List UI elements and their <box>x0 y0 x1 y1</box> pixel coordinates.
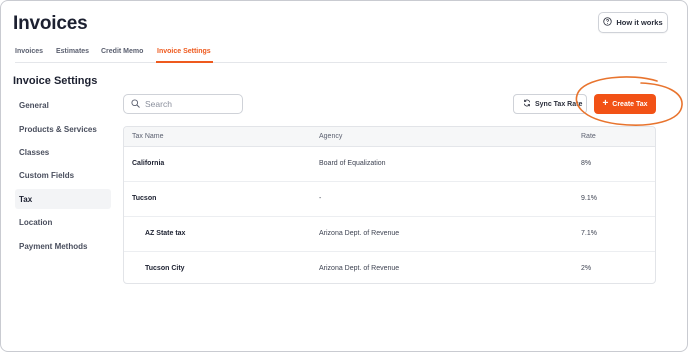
table-header: Tax Name Agency Rate <box>124 127 655 147</box>
agency-cell: - <box>319 195 322 202</box>
search-icon <box>131 95 140 113</box>
agency-cell: Arizona Dept. of Revenue <box>319 265 400 272</box>
sync-icon <box>523 99 531 109</box>
column-header-rate[interactable]: Rate <box>581 133 596 140</box>
active-tab-indicator <box>156 61 213 63</box>
sidebar-item-general[interactable]: General <box>15 95 111 115</box>
sidebar-item-location[interactable]: Location <box>15 212 111 232</box>
question-circle-icon <box>603 17 613 28</box>
sidebar-item-classes[interactable]: Classes <box>15 142 111 162</box>
sidebar-item-custom-fields[interactable]: Custom Fields <box>15 165 111 185</box>
tax-table: Tax Name Agency Rate California Board of… <box>123 126 656 284</box>
sidebar-item-products-services[interactable]: Products & Services <box>15 119 111 139</box>
tax-name-cell: Tucson City <box>145 265 185 272</box>
how-it-works-label: How it works <box>616 18 663 27</box>
rate-cell: 9.1% <box>581 195 597 202</box>
table-row[interactable]: AZ State tax Arizona Dept. of Revenue 7.… <box>124 217 655 252</box>
how-it-works-button[interactable]: How it works <box>598 12 668 33</box>
rate-cell: 2% <box>581 265 592 272</box>
table-row[interactable]: Tucson - 9.1% <box>124 182 655 217</box>
sidebar-item-tax[interactable]: Tax <box>15 189 111 209</box>
rate-cell: 8% <box>581 160 592 167</box>
section-title: Invoice Settings <box>13 75 98 87</box>
search-input[interactable] <box>145 99 235 109</box>
column-header-tax-name[interactable]: Tax Name <box>132 133 164 140</box>
search-box[interactable] <box>123 94 243 114</box>
rate-cell: 7.1% <box>581 230 597 237</box>
agency-cell: Board of Equalization <box>319 160 386 167</box>
agency-cell: Arizona Dept. of Revenue <box>319 230 400 237</box>
tab-estimates[interactable]: Estimates <box>56 48 89 55</box>
tab-invoices[interactable]: Invoices <box>15 48 43 55</box>
tab-invoice-settings[interactable]: Invoice Settings <box>157 48 211 55</box>
page-title: Invoices <box>13 13 88 34</box>
tax-name-cell: Tucson <box>132 195 157 202</box>
app-window: Invoices How it works Invoices Estimates… <box>0 0 688 352</box>
table-row[interactable]: Tucson City Arizona Dept. of Revenue 2% <box>124 252 655 283</box>
create-tax-button[interactable]: + Create Tax <box>594 94 656 114</box>
column-header-agency[interactable]: Agency <box>319 133 342 140</box>
tab-bar: Invoices Estimates Credit Memo Invoice S… <box>15 41 667 63</box>
plus-icon: + <box>602 97 609 109</box>
tax-name-cell: AZ State tax <box>145 230 186 237</box>
tab-credit-memo[interactable]: Credit Memo <box>101 48 143 55</box>
tax-name-cell: California <box>132 160 165 167</box>
sync-tax-rate-button[interactable]: Sync Tax Rate <box>513 94 587 114</box>
sidebar-item-payment-methods[interactable]: Payment Methods <box>15 236 111 256</box>
table-row[interactable]: California Board of Equalization 8% <box>124 147 655 182</box>
sync-tax-rate-label: Sync Tax Rate <box>535 100 583 108</box>
create-tax-label: Create Tax <box>612 100 648 108</box>
